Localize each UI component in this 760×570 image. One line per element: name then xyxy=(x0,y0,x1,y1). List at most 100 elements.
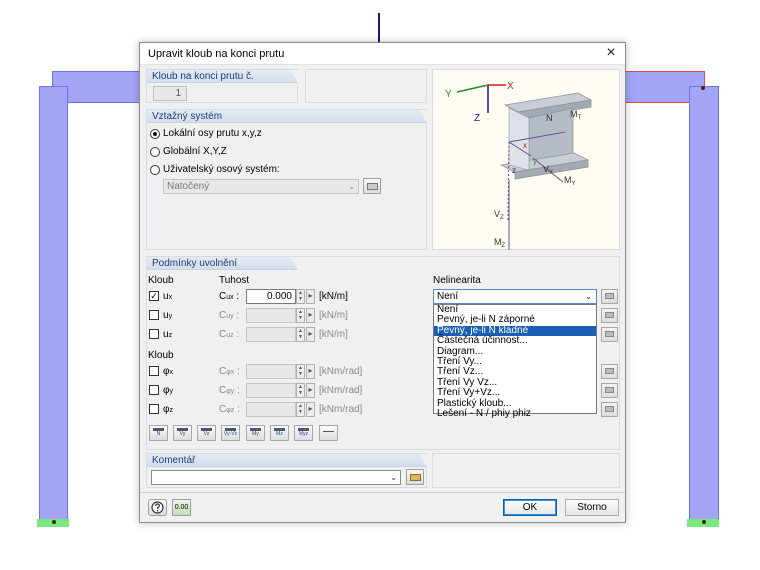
cuz-spinner[interactable]: ▲ ▼ xyxy=(296,327,305,342)
chevron-down-icon: ⌄ xyxy=(585,292,592,301)
preset-N-button[interactable]: N xyxy=(149,425,168,441)
label-Vz-sub: Z xyxy=(500,215,504,221)
cphiz-spinner[interactable]: ▲ ▼ xyxy=(296,402,305,417)
cphix-more-button[interactable]: ▸ xyxy=(306,364,315,379)
comment-side-panel xyxy=(432,453,620,488)
label-local-x: x xyxy=(523,141,527,150)
cux-input[interactable]: 0.000 xyxy=(246,289,296,304)
radio-local-axes-label: Lokální osy prutu x,y,z xyxy=(163,128,262,139)
ok-button[interactable]: OK xyxy=(503,499,557,516)
node-right xyxy=(702,520,706,524)
nonlinearity-select[interactable]: Není ⌄ xyxy=(433,289,597,304)
phiy-sub: y xyxy=(169,388,173,395)
cphiy-input[interactable] xyxy=(246,383,296,398)
nonlinearity-option[interactable]: Lešení - N / phiy phiz xyxy=(434,408,596,419)
label-My-sub: Y xyxy=(572,181,576,187)
dialog-titlebar: Upravit kloub na konci prutu xyxy=(140,43,625,65)
cux-spinner[interactable]: ▲ ▼ xyxy=(296,289,305,304)
cphiy-spinner[interactable]: ▲ ▼ xyxy=(296,383,305,398)
cux-more-button[interactable]: ▸ xyxy=(306,289,315,304)
cuy-input[interactable] xyxy=(246,308,296,323)
nonlinearity-option[interactable]: Tření Vy+Vz... xyxy=(434,387,596,398)
empty-info-panel xyxy=(305,69,427,103)
cphix-input[interactable] xyxy=(246,364,296,379)
cuz-input[interactable] xyxy=(246,327,296,342)
ux-sub: x xyxy=(168,294,173,301)
nonlinearity-edit-button-phix[interactable] xyxy=(601,364,618,379)
close-icon[interactable]: × xyxy=(603,45,619,62)
preset-Vy-button[interactable]: Vy xyxy=(173,425,192,441)
cphiy-unit: [kNm/rad] xyxy=(319,385,363,396)
spin-down-icon: ▼ xyxy=(298,409,303,415)
cuy-colon: : xyxy=(236,310,240,321)
user-system-select[interactable]: Natočený ⌄ xyxy=(163,179,359,194)
model-member-line xyxy=(378,13,380,45)
reference-system-header: Vztažný systém xyxy=(147,110,427,123)
release-ux-checkbox[interactable]: ✓ xyxy=(149,291,159,301)
comment-input[interactable]: ⌄ xyxy=(151,470,401,485)
label-local-y: y xyxy=(533,157,537,166)
cphiz-input[interactable] xyxy=(246,402,296,417)
cuy-spinner[interactable]: ▲ ▼ xyxy=(296,308,305,323)
cuy-more-button[interactable]: ▸ xyxy=(306,308,315,323)
cphix-colon: : xyxy=(237,366,240,377)
cuz-sub: uz xyxy=(226,332,234,339)
cux-colon: : xyxy=(236,291,240,302)
nonlinearity-option[interactable]: Částečná účinnost... xyxy=(434,335,596,346)
release-conditions-header: Podmínky uvolnění xyxy=(147,257,298,270)
hinge-column-header: Kloub xyxy=(148,275,174,286)
cphix-spinner[interactable]: ▲ ▼ xyxy=(296,364,305,379)
dialog-title: Upravit kloub na konci prutu xyxy=(148,47,285,60)
cux-unit: [kN/m] xyxy=(319,291,348,302)
reference-system-group: Vztažný systém Lokální osy prutu x,y,z G… xyxy=(146,109,427,250)
units-button[interactable]: 0.00 xyxy=(172,499,191,516)
release-uy-checkbox[interactable] xyxy=(149,310,159,320)
cancel-button[interactable]: Storno xyxy=(565,499,619,516)
preset-My-button[interactable]: My xyxy=(246,425,265,441)
label-N: N xyxy=(546,113,553,123)
comment-library-button[interactable] xyxy=(406,469,424,485)
radio-user-system[interactable]: Uživatelský osový systém: xyxy=(150,164,280,175)
cphix-sub: φx xyxy=(226,369,235,376)
preset-Mz-button[interactable]: Mz xyxy=(270,425,289,441)
cphiz-more-button[interactable]: ▸ xyxy=(306,402,315,417)
nonlinearity-edit-button-phiz[interactable] xyxy=(601,402,618,417)
preset-reset-button[interactable] xyxy=(319,425,338,441)
preset-Vy-Vz-button[interactable]: Vy-Vz xyxy=(221,425,240,441)
nonlinearity-edit-button-ux[interactable] xyxy=(601,289,618,304)
help-button[interactable] xyxy=(148,499,167,516)
edit-icon xyxy=(605,312,614,318)
member-hinge-header: Kloub na konci prutu č. xyxy=(147,70,298,83)
preset-label: Vy-Vz xyxy=(223,431,238,437)
cphiy-more-button[interactable]: ▸ xyxy=(306,383,315,398)
help-icon xyxy=(151,501,164,514)
svg-text:VZ: VZ xyxy=(494,209,504,221)
edit-icon xyxy=(605,331,614,337)
label-Mz-sub: Z xyxy=(502,243,506,249)
radio-global-axes[interactable]: Globální X,Y,Z xyxy=(150,146,227,157)
release-uz-checkbox[interactable] xyxy=(149,329,159,339)
member-hinge-number[interactable]: 1 xyxy=(153,86,187,101)
label-Vy-sub: Y xyxy=(549,170,553,176)
edit-icon xyxy=(605,406,614,412)
release-phiz-checkbox[interactable] xyxy=(149,404,159,414)
edit-member-hinge-dialog: Upravit kloub na konci prutu × Kloub na … xyxy=(139,42,626,523)
nonlinearity-edit-button-uy[interactable] xyxy=(601,308,618,323)
preset-label: My xyxy=(252,431,259,437)
spin-down-icon: ▼ xyxy=(298,334,303,340)
radio-local-axes[interactable]: Lokální osy prutu x,y,z xyxy=(150,128,262,139)
preset-Vz-button[interactable]: Vz xyxy=(197,425,216,441)
release-phiy-checkbox[interactable] xyxy=(149,385,159,395)
preset-label: Mz xyxy=(276,431,283,437)
edit-icon xyxy=(605,368,614,374)
chevron-down-icon: ⌄ xyxy=(390,473,397,482)
preset-Myz-button[interactable]: Myz xyxy=(294,425,313,441)
nonlinearity-edit-button-phiy[interactable] xyxy=(601,383,618,398)
cuz-more-button[interactable]: ▸ xyxy=(306,327,315,342)
nonlinearity-edit-button-uz[interactable] xyxy=(601,327,618,342)
axis-y-label: Y xyxy=(445,89,452,100)
comment-group: Komentář ⌄ xyxy=(146,453,427,488)
release-phix-checkbox[interactable] xyxy=(149,366,159,376)
user-system-edit-button[interactable] xyxy=(363,178,381,194)
phix-sub: x xyxy=(169,369,173,376)
